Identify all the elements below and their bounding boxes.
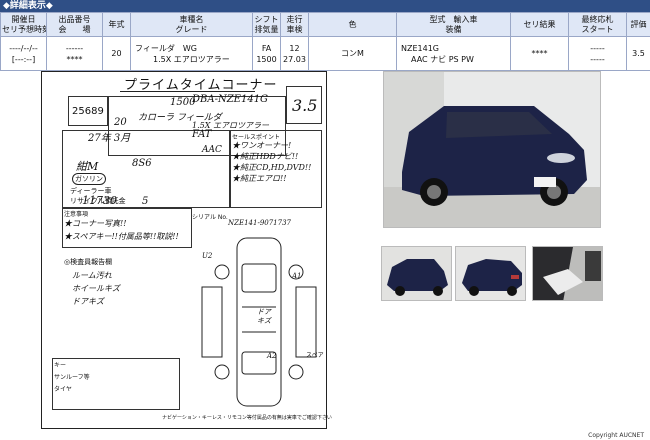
header-result: セリ結果 [510, 12, 569, 37]
sheet-score: 3.5 [292, 96, 318, 115]
cell-bid: ----- ----- [568, 36, 627, 71]
car-photo-image [384, 72, 600, 227]
cell-color: コンM [308, 36, 397, 71]
sheet-inspection: 27年 3月 [88, 133, 131, 144]
sheet-color: 紺M [76, 160, 99, 173]
inspection-title: ◎検査員報告欄 [64, 258, 113, 266]
header-lot: 出品番号会 場 [46, 12, 103, 37]
sheet-shift: FAT [192, 129, 212, 140]
remark-1: ルーム汚れ [72, 271, 112, 280]
header-date: 開催日 セリ予想時刻 [0, 12, 47, 37]
header-bid: 最終応札 スタート [568, 12, 627, 37]
main-car-photo[interactable] [383, 71, 601, 228]
sheet-color-code: 8S6 [132, 158, 152, 169]
label-keys: キー [54, 362, 67, 369]
sheet-year: 20 [114, 117, 127, 128]
table-header-row: 開催日 セリ予想時刻 出品番号会 場 年式 車種名 グレード シフト 排気量 走行 車検… [0, 12, 650, 37]
label-tires: タイヤ [54, 386, 72, 393]
label-note: 注意事項 [64, 211, 89, 218]
point-4: ★純正エアロ!! [232, 174, 287, 183]
header-car: 車種名 グレード [130, 12, 253, 37]
note-2: ★スペアキー!!付属品等!!取説!! [64, 232, 179, 241]
label-serial: シリアル No. [192, 214, 228, 221]
remark-3: ドアキズ [72, 297, 104, 306]
sheet-km: 11730 [82, 194, 117, 207]
cell-shift: FA 1500 [252, 36, 281, 71]
header-mileage: 走行 車検 [280, 12, 309, 37]
point-2: ★純正HDDナビ!! [232, 152, 299, 161]
cell-date: ----/--/-- [---:--] [0, 36, 47, 71]
cell-mileage: 12 27.03 [280, 36, 309, 71]
header-score: 評価 [626, 12, 650, 37]
auction-sheet-image[interactable]: プライムタイムコーナー 25689 1500 DBA-NZE141G 20 カロ… [41, 71, 332, 429]
section-title: ◆詳細表示◆ [0, 0, 650, 12]
header-model: 型式 輸入車 装備 [396, 12, 511, 37]
cell-result: **** [510, 36, 569, 71]
cell-car: フィールダ WG 1.5X エアロツアラー [130, 36, 253, 71]
body-note-4: A1 [292, 272, 302, 280]
cell-model: NZE141G AAC ナビ PS PW [396, 36, 511, 71]
sheet-ac: AAC [202, 145, 222, 155]
cell-year: 20 [102, 36, 131, 71]
header-year: 年式 [102, 12, 131, 37]
table-row: ----/--/-- [---:--] ------ **** 20 フィールダ W… [0, 36, 650, 71]
thumbnail-3-image [533, 247, 602, 300]
sheet-seats: 5 [142, 196, 149, 207]
footer-text: Copyright AUCNET [588, 432, 644, 439]
thumbnail-1-image [382, 247, 451, 300]
point-1: ★ワンオーナー! [232, 141, 292, 150]
vehicle-summary-table: 開催日 セリ予想時刻 出品番号会 場 年式 車種名 グレード シフト 排気量 走行 車検… [0, 12, 650, 71]
header-color: 色 [308, 12, 397, 37]
remark-2: ホイールキズ [72, 284, 120, 293]
sheet-chassis: NZE141-9071737 [228, 219, 291, 227]
sheet-lot-number: 25689 [72, 106, 104, 117]
body-note-5: A2 [267, 352, 277, 360]
thumbnail-2-image [456, 247, 525, 300]
cell-score: 3.5 [626, 36, 650, 71]
label-spare: スペア [306, 352, 324, 359]
thumbnail-1[interactable] [381, 246, 452, 301]
header-shift: シフト 排気量 [252, 12, 281, 37]
point-3: ★純正CD,HD,DVD!! [232, 163, 312, 172]
title-underline [120, 91, 255, 92]
label-sunroof: サンルーフ等 [54, 374, 90, 381]
sheet-model: DBA-NZE141G [192, 94, 269, 105]
cell-lot: ------ **** [46, 36, 103, 71]
sheet-fuel: ガソリン [72, 173, 106, 185]
note-1: ★コーナー写真!! [64, 219, 127, 228]
body-note-2: キズ [257, 317, 271, 325]
body-note-3: U2 [202, 252, 213, 260]
thumbnail-2[interactable] [455, 246, 526, 301]
sheet-footnote: ナビゲーション・キーレス・リモコン等付属品の有無は実車でご確認下さい [162, 415, 332, 421]
thumbnail-3[interactable] [532, 246, 603, 301]
